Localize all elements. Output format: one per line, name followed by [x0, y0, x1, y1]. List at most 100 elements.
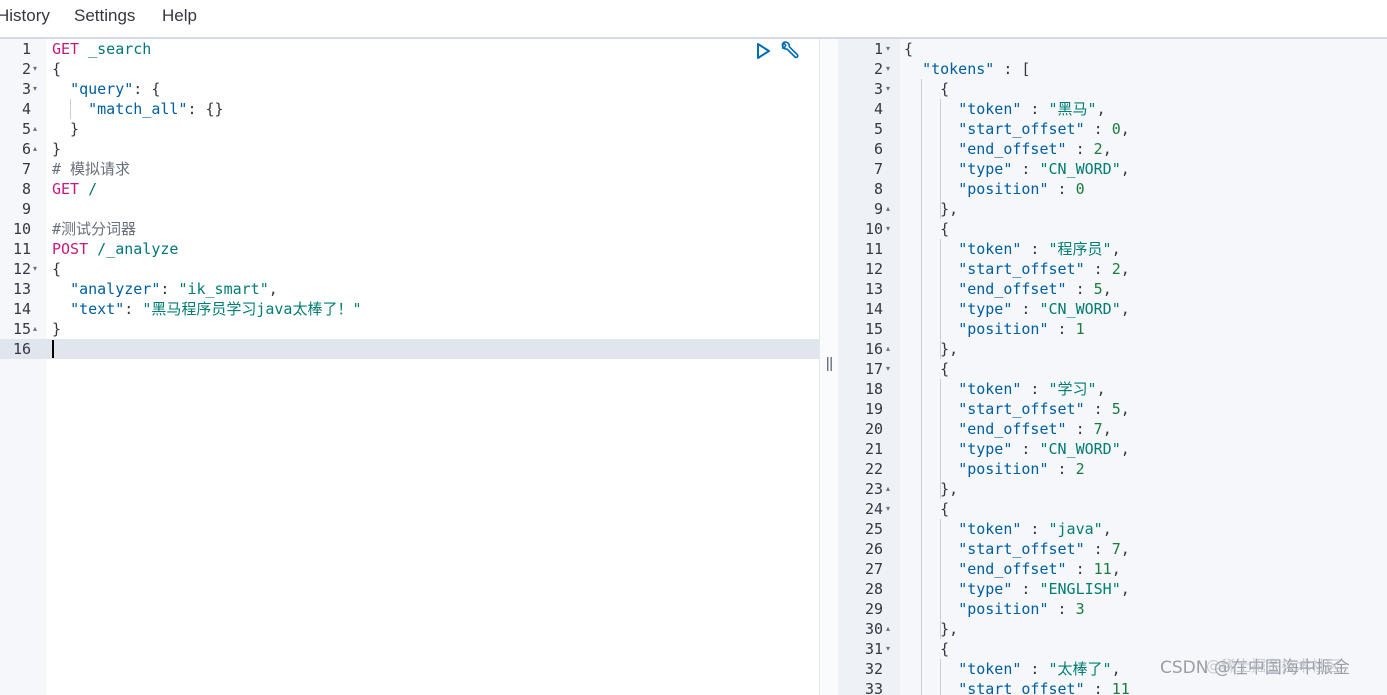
code-text: "type" : "CN_WORD", — [904, 439, 1130, 459]
pane-resize-divider[interactable] — [819, 39, 840, 695]
code-text: "type" : "CN_WORD", — [904, 299, 1130, 319]
code-text: { — [904, 79, 949, 99]
code-line: 15 "position" : 1 — [838, 319, 1387, 339]
fold-expand-icon[interactable]: ▴ — [886, 619, 890, 639]
token-punct: } — [52, 140, 62, 158]
fold-expand-icon[interactable]: ▴ — [886, 199, 890, 219]
line-number: 16 — [864, 340, 883, 358]
code-text: { — [52, 59, 61, 79]
run-request-button[interactable] — [752, 40, 774, 62]
fold-collapse-icon[interactable]: ▾ — [33, 79, 37, 99]
line-number: 14 — [12, 300, 31, 318]
token-punct: , — [268, 280, 278, 298]
fold-collapse-icon[interactable]: ▾ — [886, 639, 890, 659]
token-punct — [52, 300, 70, 318]
fold-collapse-icon[interactable]: ▾ — [886, 79, 890, 99]
fold-collapse-icon[interactable]: ▾ — [886, 219, 890, 239]
code-text: "token" : "太棒了", — [904, 659, 1120, 679]
fold-expand-icon[interactable]: ▴ — [33, 119, 37, 139]
token-punct: { — [904, 220, 950, 238]
fold-expand-icon[interactable]: ▴ — [886, 479, 890, 499]
token-str: "CN_WORD" — [1039, 300, 1121, 318]
token-punct: }, — [904, 340, 959, 358]
token-punct — [52, 280, 70, 298]
token-comment: # 模拟请求 — [52, 160, 131, 178]
code-text: } — [52, 139, 61, 159]
token-punct: : — [1066, 140, 1094, 158]
token-num: 11 — [1093, 560, 1112, 578]
token-key: "end_offset" — [958, 280, 1067, 298]
line-number: 21 — [864, 440, 883, 458]
code-text: }, — [904, 479, 958, 499]
token-punct: , — [1120, 300, 1130, 318]
token-num: 2 — [1093, 140, 1103, 158]
code-text: "start_offset" : 0, — [904, 119, 1130, 139]
line-number: 9 — [21, 200, 31, 218]
menu-history[interactable]: History — [0, 6, 50, 26]
request-editor[interactable]: 1 GET _search 2 ▾{3 ▾ "query": {4 "match_all… — [0, 39, 819, 695]
line-number: 2 — [873, 60, 883, 78]
token-punct: : — [1048, 600, 1076, 618]
code-line: 7 # 模拟请求 — [0, 159, 819, 179]
token-punct — [904, 60, 922, 78]
token-punct — [904, 560, 958, 578]
code-text: "position" : 1 — [904, 319, 1084, 339]
fold-collapse-icon[interactable]: ▾ — [33, 259, 37, 279]
code-line: 22 "position" : 2 — [838, 459, 1387, 479]
line-number: 28 — [864, 580, 883, 598]
token-punct: , — [1120, 540, 1130, 558]
token-punct: : — [1066, 560, 1094, 578]
code-line: 1 ▾ { — [838, 39, 1387, 59]
line-number: 5 — [21, 120, 31, 138]
token-key: "match_all" — [88, 100, 188, 118]
token-url: _search — [79, 40, 152, 58]
code-line: 11 "token" : "程序员", — [838, 239, 1387, 259]
token-punct: , — [1096, 100, 1106, 118]
fold-expand-icon[interactable]: ▴ — [886, 339, 890, 359]
code-line: 3 ▾ { — [838, 79, 1387, 99]
fold-collapse-icon[interactable]: ▾ — [33, 59, 37, 79]
code-text: "token" : "学习", — [904, 379, 1105, 399]
token-punct: : — [160, 280, 179, 298]
fold-collapse-icon[interactable]: ▾ — [886, 39, 890, 59]
token-punct — [904, 400, 958, 418]
token-punct: } — [52, 320, 62, 338]
code-text: "type" : "CN_WORD", — [904, 159, 1130, 179]
line-number: 33 — [864, 680, 883, 695]
fold-expand-icon[interactable]: ▴ — [33, 139, 37, 159]
token-num: 5 — [1093, 280, 1103, 298]
request-settings-button[interactable] — [778, 40, 800, 62]
token-punct: { — [904, 80, 950, 98]
code-line: 9 — [0, 199, 819, 219]
fold-collapse-icon[interactable]: ▾ — [886, 359, 890, 379]
token-num: 0 — [1111, 120, 1121, 138]
fold-collapse-icon[interactable]: ▾ — [886, 499, 890, 519]
token-str: "ik_smart" — [178, 280, 269, 298]
code-line: 1 GET _search — [0, 39, 819, 59]
token-key: "analyzer" — [70, 280, 161, 298]
code-line: 14 "type" : "CN_WORD", — [838, 299, 1387, 319]
token-method: GET — [52, 180, 80, 198]
code-line: 15 ▴} — [0, 319, 819, 339]
token-num: 0 — [1075, 180, 1085, 198]
fold-expand-icon[interactable]: ▴ — [33, 319, 37, 339]
line-number: 30 — [864, 620, 883, 638]
response-viewer[interactable]: 1 ▾{2 ▾ "tokens" : [3 ▾ {4 "token" : "黑马", 5… — [838, 39, 1387, 695]
token-punct — [904, 580, 958, 598]
menu-help[interactable]: Help — [162, 6, 197, 26]
code-line: 8 GET / — [0, 179, 819, 199]
token-key: "start_offset" — [958, 120, 1085, 138]
line-number: 1 — [21, 40, 31, 58]
code-text: "start_offset" : 11 — [904, 679, 1130, 695]
fold-collapse-icon[interactable]: ▾ — [886, 59, 890, 79]
menu-settings[interactable]: Settings — [74, 6, 135, 26]
token-punct: : — [1012, 580, 1040, 598]
token-url: /_analyze — [88, 240, 179, 258]
code-line: 13 "end_offset" : 5, — [838, 279, 1387, 299]
code-text: { — [904, 499, 949, 519]
code-text: { — [52, 259, 61, 279]
token-punct: { — [904, 360, 950, 378]
token-punct: , — [1111, 560, 1121, 578]
token-punct: : — [124, 300, 143, 318]
token-punct: , — [1102, 280, 1112, 298]
